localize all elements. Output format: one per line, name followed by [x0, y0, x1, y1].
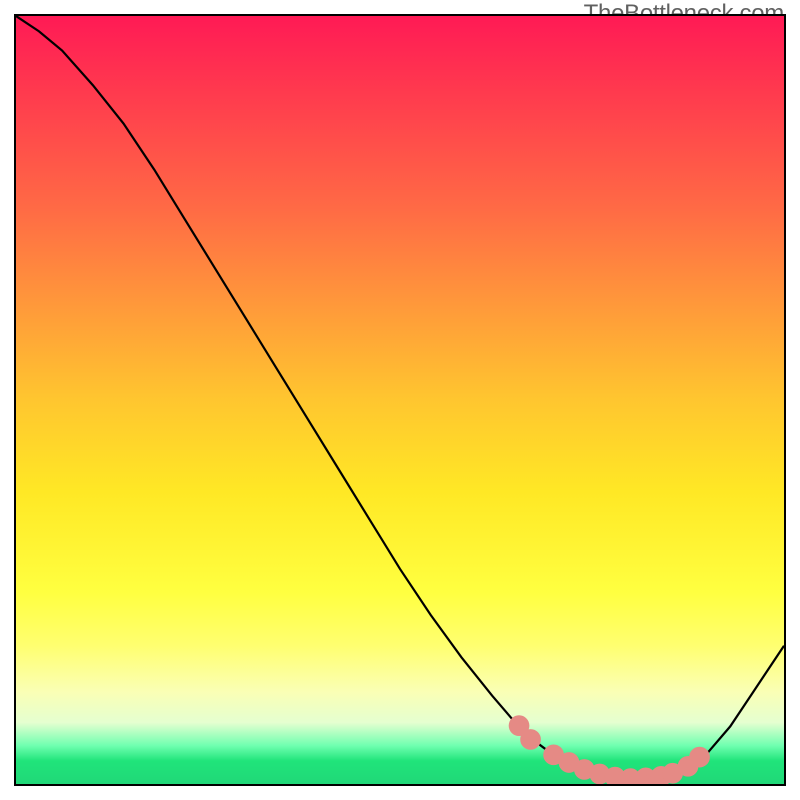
- highlight-marker: [666, 767, 679, 780]
- highlight-marker: [547, 748, 560, 761]
- chart-container: TheBottleneck.com: [0, 0, 800, 800]
- highlight-marker: [562, 756, 575, 769]
- highlight-markers: [513, 719, 706, 784]
- line-layer: [16, 16, 784, 784]
- highlight-marker: [624, 772, 637, 784]
- plot-area: [14, 14, 786, 786]
- highlight-marker: [578, 763, 591, 776]
- highlight-marker: [593, 768, 606, 781]
- highlight-marker: [513, 719, 526, 732]
- highlight-marker: [639, 771, 652, 784]
- highlight-marker: [524, 733, 537, 746]
- bottleneck-curve: [16, 16, 784, 779]
- highlight-marker: [693, 751, 706, 764]
- highlight-marker: [609, 771, 622, 784]
